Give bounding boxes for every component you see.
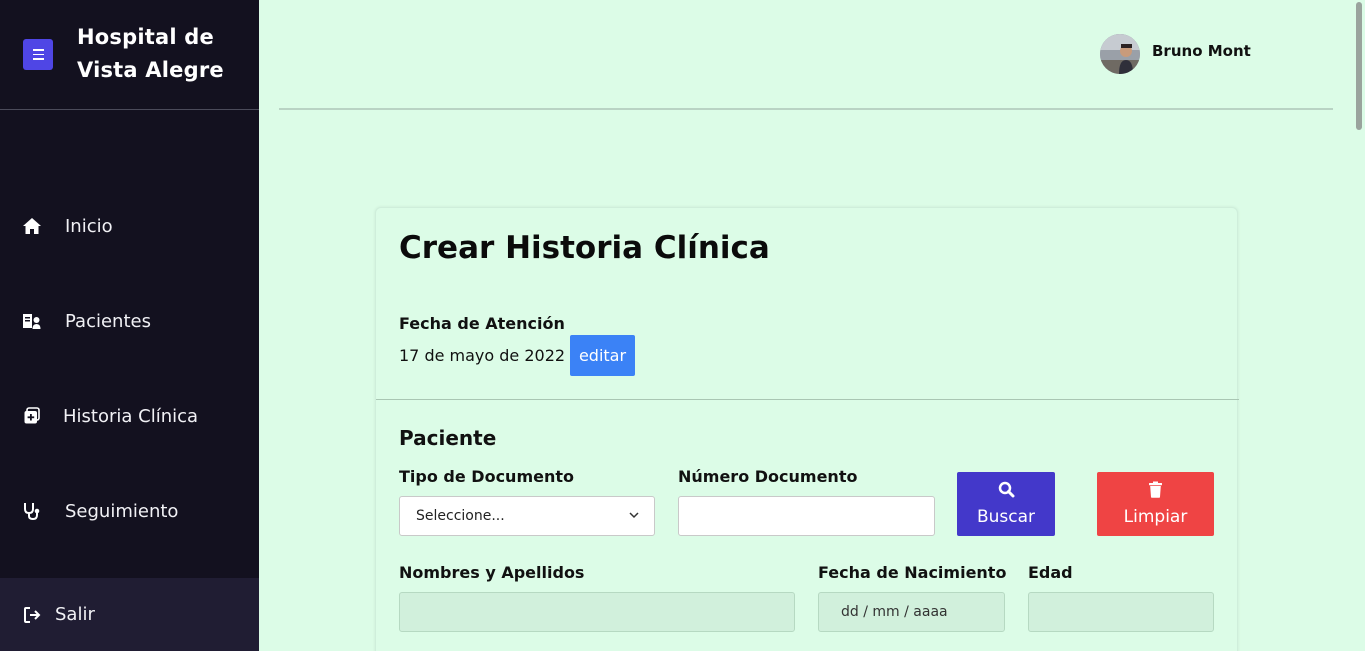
attention-date-value: 17 de mayo de 2022: [399, 346, 566, 365]
birthdate-label: Fecha de Nacimiento: [818, 563, 1007, 582]
top-header: Bruno Mont: [279, 0, 1333, 110]
fullname-field[interactable]: [399, 592, 795, 632]
doc-number-label: Número Documento: [678, 467, 858, 486]
doc-number-input[interactable]: [678, 496, 935, 536]
scrollbar-thumb[interactable]: [1356, 2, 1362, 130]
sidebar-item-label: Inicio: [65, 215, 113, 237]
sidebar-item-inicio[interactable]: Inicio: [0, 196, 259, 256]
sidebar-item-label: Seguimiento: [65, 500, 179, 522]
page-scrollbar[interactable]: [1353, 0, 1365, 651]
user-name[interactable]: Bruno Mont: [1152, 42, 1251, 60]
trash-icon: [1148, 481, 1163, 503]
divider: [376, 399, 1239, 400]
sidebar-item-pacientes[interactable]: Pacientes: [0, 291, 259, 351]
logout-button[interactable]: Salir: [0, 578, 259, 651]
hamburger-icon: [32, 49, 44, 51]
age-field[interactable]: [1028, 592, 1214, 632]
fullname-label: Nombres y Apellidos: [399, 563, 585, 582]
stethoscope-icon: [22, 501, 42, 521]
doc-type-selected-value: Seleccione...: [416, 508, 505, 524]
search-icon: [998, 481, 1015, 503]
chevron-down-icon: [628, 509, 640, 521]
clear-button-label: Limpiar: [1123, 507, 1188, 527]
hamburger-icon-line: [32, 58, 44, 60]
create-record-card: Crear Historia Clínica Fecha de Atención…: [375, 207, 1239, 651]
birthdate-placeholder: dd / mm / aaaa: [841, 604, 948, 620]
sidebar: Hospital de Vista Alegre Inicio Paciente…: [0, 0, 259, 651]
logout-label: Salir: [55, 604, 95, 625]
hamburger-icon-line: [32, 53, 44, 56]
patients-icon: [22, 311, 42, 331]
clear-button[interactable]: Limpiar: [1097, 472, 1214, 536]
age-label: Edad: [1028, 563, 1073, 582]
sidebar-item-seguimiento[interactable]: Seguimiento: [0, 481, 259, 541]
avatar[interactable]: [1100, 34, 1140, 74]
attention-date-label: Fecha de Atención: [399, 314, 565, 333]
brand-title: Hospital de Vista Alegre: [77, 25, 224, 82]
birthdate-field[interactable]: dd / mm / aaaa: [818, 592, 1005, 632]
sidebar-item-label: Pacientes: [65, 310, 151, 332]
search-button[interactable]: Buscar: [957, 472, 1055, 536]
logout-icon: [22, 605, 42, 625]
sidebar-item-historia-clinica[interactable]: Historia Clínica: [0, 386, 259, 446]
edit-date-button[interactable]: editar: [570, 335, 635, 376]
brand: Hospital de Vista Alegre: [0, 0, 259, 110]
menu-toggle-button[interactable]: [23, 39, 53, 70]
search-button-label: Buscar: [976, 507, 1036, 527]
home-icon: [22, 216, 42, 236]
page-title: Crear Historia Clínica: [399, 230, 770, 266]
sidebar-item-label: Historia Clínica: [63, 405, 199, 427]
doc-type-select[interactable]: Seleccione...: [399, 496, 655, 536]
medical-record-icon: [22, 406, 42, 426]
doc-type-label: Tipo de Documento: [399, 467, 574, 486]
patient-section-title: Paciente: [399, 426, 497, 450]
